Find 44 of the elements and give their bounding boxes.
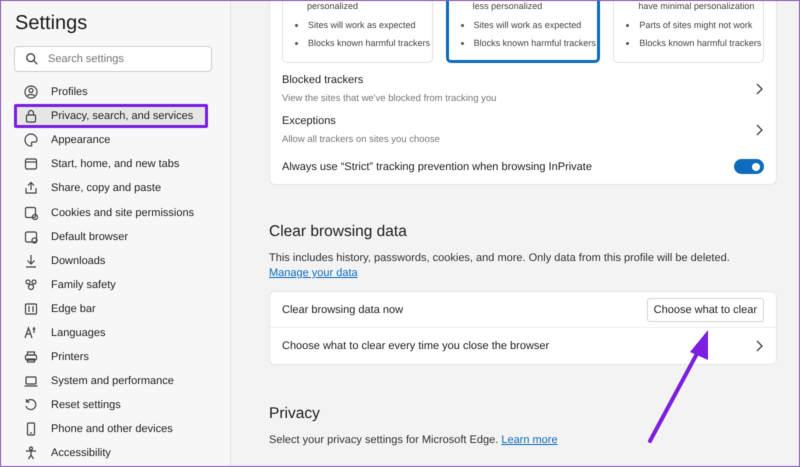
bullet-text: Sites will work as expected: [474, 20, 582, 30]
choose-clear-button[interactable]: Choose what to clear: [646, 298, 764, 322]
section-description: Select your privacy settings for Microsoft Edge. Learn more: [269, 433, 559, 448]
row-subtitle: View the sites that we've blocked from tracking you: [282, 93, 496, 104]
bullet-text: Sites will work as expected: [308, 20, 416, 30]
section-description: This includes history, passwords, cookies, and more. Only data from this profile will be deleted. Manage your data: [269, 251, 731, 281]
card-text: less personalized: [472, 1, 544, 12]
toggle-label: Always use “Strict” tracking prevention when browsing InPrivate: [282, 160, 592, 172]
sidebar-item[interactable]: Share, copy and paste: [14, 176, 212, 200]
section-heading: Clear browsing data: [269, 223, 408, 241]
card-text: have minimal personalization: [637, 1, 756, 12]
sidebar-item[interactable]: Phone and other devices: [14, 417, 212, 442]
section-heading: Privacy: [269, 405, 321, 423]
learn-more-link[interactable]: Learn more: [501, 434, 558, 446]
row-subtitle: Allow all trackers on sites you choose: [282, 134, 440, 145]
tracking-card[interactable]: personalized Sites will work as expected Blocks known harmful trackers: [282, 1, 433, 63]
row-title: Clear browsing data now: [282, 304, 404, 316]
tracking-card[interactable]: less personalized Sites will work as expected Blocks known harmful trackers: [446, 1, 600, 63]
sidebar-item[interactable]: System and performance: [14, 369, 212, 394]
bullet-text: Blocks known harmful trackers: [639, 38, 762, 48]
row-title[interactable]: Blocked trackers: [282, 74, 496, 86]
sidebar-item[interactable]: Downloads: [14, 248, 212, 273]
sidebar-item[interactable]: Accessibility: [14, 441, 212, 466]
sidebar-item[interactable]: Cookies and site permissions: [14, 200, 212, 225]
bullet-text: Parts of sites might not work: [639, 20, 752, 30]
sidebar-item[interactable]: Family safety: [14, 272, 212, 297]
sidebar-item[interactable]: Start, home, and new tabs: [14, 152, 212, 176]
sidebar-item[interactable]: Privacy, search, and services: [14, 104, 208, 128]
sidebar-item[interactable]: Appearance: [14, 128, 212, 152]
manage-data-link[interactable]: Manage your data: [269, 267, 358, 279]
sidebar-item[interactable]: Printers: [14, 345, 212, 370]
search-field[interactable]: Search settings: [14, 46, 212, 72]
settings-title: Settings: [15, 12, 88, 35]
row-title[interactable]: Choose what to clear every time you close the browser: [282, 340, 550, 352]
sidebar-item[interactable]: Edge bar: [14, 296, 212, 321]
row-title[interactable]: Exceptions: [282, 115, 440, 127]
bullet-text: Blocks known harmful trackers: [474, 38, 596, 48]
sidebar-item[interactable]: Default browser: [14, 224, 212, 249]
bullet-text: Blocks known harmful trackers: [308, 38, 430, 48]
sidebar-item[interactable]: Languages: [14, 320, 212, 346]
sidebar-item[interactable]: Profiles: [14, 80, 212, 104]
sidebar-item[interactable]: Reset settings: [14, 393, 212, 418]
tracking-card[interactable]: have minimal personalization Parts of sites might not work Blocks known harmful trackers: [613, 1, 764, 63]
card-text: personalized: [306, 1, 360, 12]
